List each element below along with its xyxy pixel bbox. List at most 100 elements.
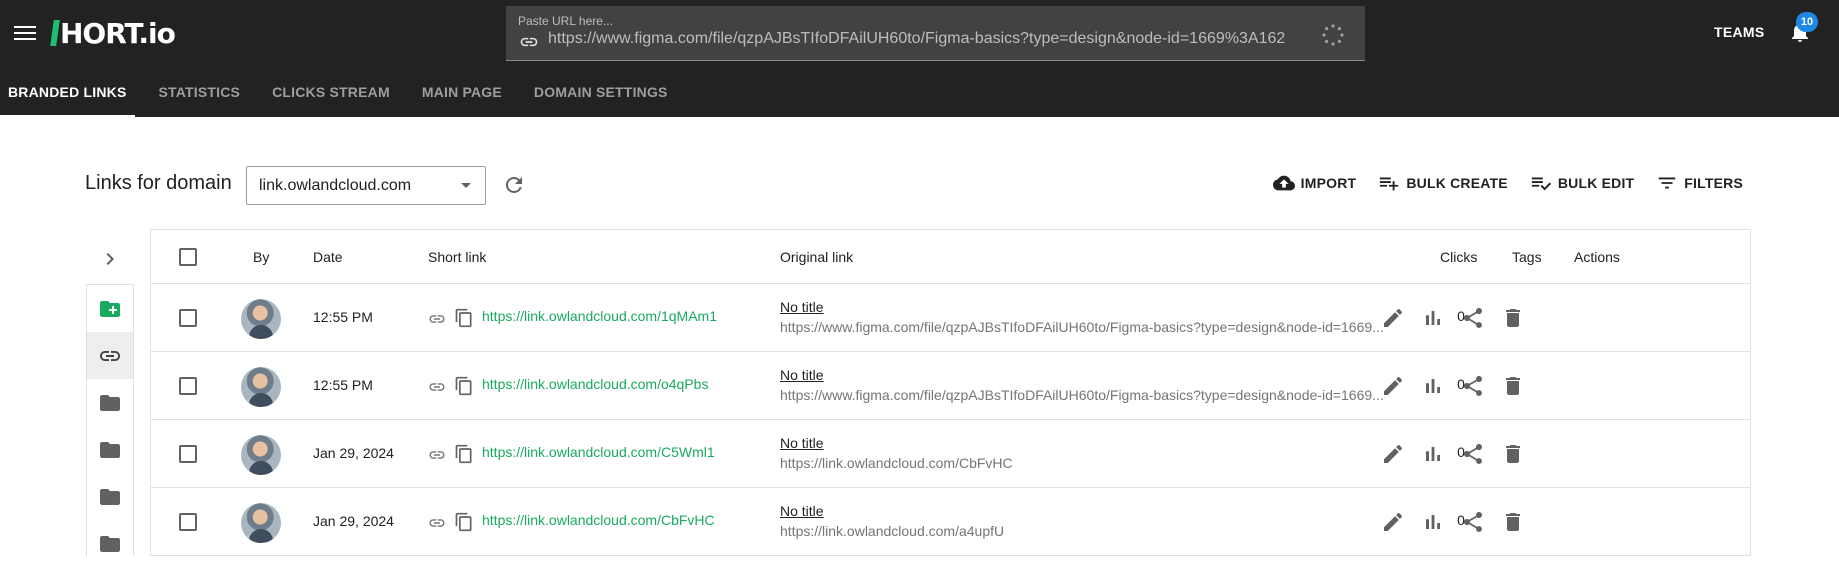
- row-date: 12:55 PM: [313, 377, 373, 393]
- table-header: By Date Short link Original link Clicks …: [151, 230, 1750, 284]
- link-icon: [429, 451, 445, 459]
- original-url: https://www.figma.com/file/qzpAJBsTIfoDF…: [780, 387, 1384, 403]
- table-row[interactable]: 12:55 PM https://link.owlandcloud.com/1q…: [151, 284, 1750, 352]
- link-icon: [429, 519, 445, 527]
- delete-icon[interactable]: [1501, 442, 1525, 466]
- short-link[interactable]: https://link.owlandcloud.com/1qMAm1: [482, 308, 717, 324]
- bulk-edit-button[interactable]: BULK EDIT: [1530, 172, 1634, 194]
- url-caption: Paste URL here...: [518, 14, 613, 28]
- link-icon: [100, 350, 120, 361]
- table-row[interactable]: Jan 29, 2024 https://link.owlandcloud.co…: [151, 488, 1750, 556]
- folder-item[interactable]: [87, 426, 133, 473]
- folder-icon: [100, 488, 120, 505]
- row-date: Jan 29, 2024: [313, 445, 394, 461]
- table-row[interactable]: Jan 29, 2024 https://link.owlandcloud.co…: [151, 420, 1750, 488]
- notification-badge: 10: [1796, 12, 1818, 32]
- bulk-create-button[interactable]: BULK CREATE: [1378, 172, 1508, 194]
- avatar: [241, 503, 281, 543]
- edit-icon[interactable]: [1381, 306, 1405, 330]
- bar-chart-icon[interactable]: [1421, 510, 1445, 534]
- header-original-link: Original link: [780, 249, 854, 265]
- teams-button[interactable]: TEAMS: [1714, 24, 1765, 40]
- link-title[interactable]: No title: [780, 503, 824, 519]
- row-checkbox[interactable]: [179, 309, 197, 327]
- cloud-upload-icon: [1272, 175, 1295, 191]
- tab-statistics[interactable]: STATISTICS: [151, 72, 249, 117]
- tab-domain-settings[interactable]: DOMAIN SETTINGS: [526, 72, 676, 117]
- logo[interactable]: HORT.io: [50, 17, 176, 50]
- folder-item[interactable]: [87, 379, 133, 426]
- copy-icon[interactable]: [454, 444, 474, 464]
- playlist-check-icon: [1531, 177, 1551, 191]
- import-label: IMPORT: [1300, 175, 1357, 191]
- header-by: By: [253, 249, 270, 265]
- short-link[interactable]: https://link.owlandcloud.com/C5Wml1: [482, 444, 715, 460]
- tab-main-page[interactable]: MAIN PAGE: [414, 72, 510, 117]
- avatar: [241, 435, 281, 475]
- url-paste-box[interactable]: Paste URL here... https://www.figma.com/…: [506, 6, 1365, 61]
- folder-item[interactable]: [87, 520, 133, 567]
- row-checkbox[interactable]: [179, 445, 197, 463]
- hamburger-menu-icon[interactable]: [14, 22, 36, 44]
- avatar: [241, 299, 281, 339]
- link-title[interactable]: No title: [780, 435, 824, 451]
- header-tags: Tags: [1512, 249, 1542, 265]
- refresh-icon[interactable]: [502, 173, 526, 197]
- folder-item[interactable]: [87, 473, 133, 520]
- tab-clicks-stream[interactable]: CLICKS STREAM: [264, 72, 398, 117]
- domain-label: Links for domain: [85, 172, 232, 194]
- folder-icon: [100, 535, 120, 552]
- short-link[interactable]: https://link.owlandcloud.com/CbFvHC: [482, 512, 715, 528]
- bar-chart-icon[interactable]: [1421, 306, 1445, 330]
- header-date: Date: [313, 249, 343, 265]
- add-folder-button[interactable]: [87, 285, 133, 332]
- delete-icon[interactable]: [1501, 510, 1525, 534]
- link-title[interactable]: No title: [780, 367, 824, 383]
- header-clicks: Clicks: [1440, 249, 1478, 265]
- bar-chart-icon[interactable]: [1421, 442, 1445, 466]
- filters-button[interactable]: FILTERS: [1656, 172, 1743, 194]
- share-icon[interactable]: [1461, 510, 1485, 534]
- all-links-button[interactable]: [87, 332, 133, 379]
- copy-icon[interactable]: [454, 376, 474, 396]
- links-table: By Date Short link Original link Clicks …: [150, 229, 1751, 556]
- bulk-edit-label: BULK EDIT: [1557, 175, 1635, 191]
- edit-icon[interactable]: [1381, 442, 1405, 466]
- tab-branded-links[interactable]: BRANDED LINKS: [0, 72, 135, 117]
- avatar: [241, 367, 281, 407]
- playlist-add-icon: [1380, 177, 1399, 191]
- url-input[interactable]: https://www.figma.com/file/qzpAJBsTIfoDF…: [548, 30, 1312, 54]
- filter-icon: [1659, 177, 1676, 189]
- folder-icon: [100, 441, 120, 458]
- row-checkbox[interactable]: [179, 513, 197, 531]
- toolbar-actions: IMPORT BULK CREATE BULK EDIT FILTERS: [1251, 172, 1743, 194]
- table-row[interactable]: 12:55 PM https://link.owlandcloud.com/o4…: [151, 352, 1750, 420]
- share-icon[interactable]: [1461, 306, 1485, 330]
- row-checkbox[interactable]: [179, 377, 197, 395]
- folder-icon: [100, 394, 120, 411]
- share-icon[interactable]: [1461, 442, 1485, 466]
- share-icon[interactable]: [1461, 374, 1485, 398]
- top-bar: HORT.io Paste URL here... https://www.fi…: [0, 0, 1839, 117]
- logo-mark: [50, 20, 60, 46]
- delete-icon[interactable]: [1501, 374, 1525, 398]
- delete-icon[interactable]: [1501, 306, 1525, 330]
- row-date: 12:55 PM: [313, 309, 373, 325]
- link-icon: [520, 37, 538, 47]
- filters-label: FILTERS: [1684, 175, 1743, 191]
- link-icon: [429, 315, 445, 323]
- domain-select[interactable]: link.owlandcloud.com: [246, 166, 486, 205]
- caret-down-icon: [461, 183, 471, 188]
- short-link[interactable]: https://link.owlandcloud.com/o4qPbs: [482, 376, 708, 392]
- import-button[interactable]: IMPORT: [1272, 172, 1357, 194]
- edit-icon[interactable]: [1381, 374, 1405, 398]
- copy-icon[interactable]: [454, 512, 474, 532]
- select-all-checkbox[interactable]: [179, 248, 197, 266]
- bulk-create-label: BULK CREATE: [1406, 175, 1508, 191]
- chevron-right-icon[interactable]: [98, 247, 122, 271]
- link-title[interactable]: No title: [780, 299, 824, 315]
- copy-icon[interactable]: [454, 308, 474, 328]
- edit-icon[interactable]: [1381, 510, 1405, 534]
- row-date: Jan 29, 2024: [313, 513, 394, 529]
- bar-chart-icon[interactable]: [1421, 374, 1445, 398]
